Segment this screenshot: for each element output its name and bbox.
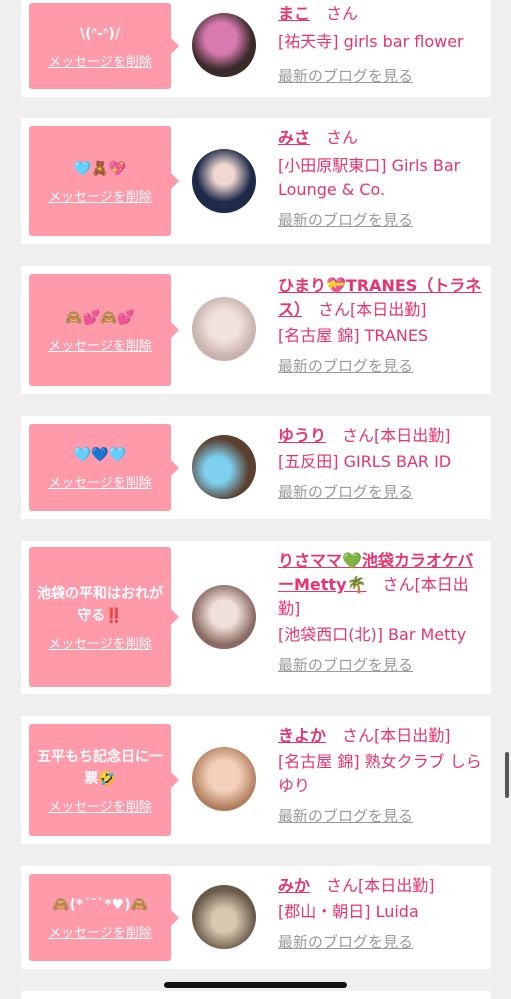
profile-info: まこ さん [祐天寺] girls bar flower 最新のブログを見る	[278, 2, 483, 88]
latest-blog-link[interactable]: 最新のブログを見る	[278, 64, 483, 88]
delete-message-link[interactable]: メッセージを削除	[48, 472, 152, 491]
cast-name-link[interactable]: きよか	[278, 726, 326, 745]
cast-name-link[interactable]: まこ	[278, 4, 310, 23]
profile-info: きよか さん[本日出勤] [名古屋 錦] 熟女クラブ しらゆり 最新のブログを見…	[278, 724, 483, 828]
cast-name-link[interactable]: ゆうり	[278, 426, 326, 445]
favorite-card: 🩵💙🩵 メッセージを削除 ゆうり さん[本日出勤] [五反田] GIRLS BA…	[21, 416, 491, 519]
favorite-card: \(ᐢ-ᐢ)/ メッセージを削除 まこ さん [祐天寺] girls bar f…	[21, 0, 491, 97]
profile-info: ゆうり さん[本日出勤] [五反田] GIRLS BAR ID 最新のブログを見…	[278, 424, 483, 504]
attendance-status: [本日出勤]	[350, 300, 427, 319]
avatar[interactable]	[192, 585, 256, 649]
message-text: \(ᐢ-ᐢ)/	[80, 25, 120, 42]
honorific: さん	[342, 726, 375, 745]
latest-blog-link[interactable]: 最新のブログを見る	[278, 930, 483, 954]
latest-blog-link[interactable]: 最新のブログを見る	[278, 480, 483, 504]
latest-blog-link[interactable]: 最新のブログを見る	[278, 354, 483, 378]
latest-blog-link[interactable]: 最新のブログを見る	[278, 804, 483, 828]
favorite-card: 池袋の平和はおれが守る‼️ メッセージを削除 りさママ💚池袋カラオケバーMett…	[21, 541, 491, 694]
message-bubble: 五平もち記念日に一票🤣 メッセージを削除	[29, 724, 179, 836]
latest-blog-link[interactable]: 最新のブログを見る	[278, 653, 483, 677]
avatar[interactable]	[192, 885, 256, 949]
delete-message-link[interactable]: メッセージを削除	[48, 51, 152, 70]
delete-message-link[interactable]: メッセージを削除	[48, 186, 152, 205]
message-text: 🩵🧸💖	[73, 160, 127, 177]
message-text: 🩵💙🩵	[73, 447, 127, 463]
cast-name-link[interactable]: みか	[278, 876, 310, 895]
avatar[interactable]	[192, 149, 256, 213]
message-bubble: 🙈💕🙈💕 メッセージを削除	[29, 274, 179, 386]
home-indicator[interactable]	[164, 982, 347, 988]
message-text: 池袋の平和はおれが守る‼️	[37, 585, 163, 624]
attendance-status: [本日出勤]	[374, 726, 451, 745]
shop-name: [郡山・朝日] Luida	[278, 902, 419, 921]
favorite-card: 🙈(*´˘`*♥)🙈 メッセージを削除 みか さん[本日出勤] [郡山・朝日] …	[21, 866, 491, 969]
delete-message-link[interactable]: メッセージを削除	[48, 335, 152, 354]
profile-info: みさ さん [小田原駅東口] Girls Bar Lounge & Co. 最新…	[278, 126, 483, 232]
cast-name-link[interactable]: みさ	[278, 128, 310, 147]
message-bubble: 🩵💙🩵 メッセージを削除	[29, 424, 179, 511]
message-text: 🙈(*´˘`*♥)🙈	[52, 897, 148, 913]
shop-name: [小田原駅東口] Girls Bar Lounge & Co.	[278, 156, 461, 199]
scrollbar[interactable]	[505, 752, 509, 798]
favorite-card: 五平もち記念日に一票🤣 メッセージを削除 きよか さん[本日出勤] [名古屋 錦…	[21, 716, 491, 844]
honorific: さん	[382, 575, 415, 594]
message-bubble: 池袋の平和はおれが守る‼️ メッセージを削除	[29, 547, 179, 687]
message-bubble: 🩵🧸💖 メッセージを削除	[29, 126, 179, 236]
avatar[interactable]	[192, 435, 256, 499]
attendance-status: [本日出勤]	[374, 426, 451, 445]
message-bubble: \(ᐢ-ᐢ)/ メッセージを削除	[29, 3, 179, 89]
shop-name: [名古屋 錦] TRANES	[278, 326, 429, 345]
shop-name: [名古屋 錦] 熟女クラブ しらゆり	[278, 752, 482, 795]
profile-info: ひまり💝TRANES（トラネス） さん[本日出勤] [名古屋 錦] TRANES…	[278, 274, 483, 378]
shop-name: [五反田] GIRLS BAR ID	[278, 452, 452, 471]
honorific: さん	[326, 876, 359, 895]
profile-info: りさママ💚池袋カラオケバーMetty🌴 さん[本日出勤] [池袋西口(北)] B…	[278, 549, 483, 677]
delete-message-link[interactable]: メッセージを削除	[48, 796, 152, 815]
honorific: さん	[342, 426, 375, 445]
honorific: さん	[326, 4, 359, 23]
profile-info: みか さん[本日出勤] [郡山・朝日] Luida 最新のブログを見る	[278, 874, 483, 954]
avatar[interactable]	[192, 13, 256, 77]
delete-message-link[interactable]: メッセージを削除	[48, 633, 152, 652]
attendance-status: [本日出勤]	[358, 876, 435, 895]
avatar[interactable]	[192, 297, 256, 361]
shop-name: [祐天寺] girls bar flower	[278, 32, 464, 51]
honorific: さん	[318, 300, 351, 319]
latest-blog-link[interactable]: 最新のブログを見る	[278, 208, 483, 232]
message-text: 🙈💕🙈💕	[65, 309, 135, 326]
delete-message-link[interactable]: メッセージを削除	[48, 922, 152, 941]
favorite-card: 🩵🧸💖 メッセージを削除 みさ さん [小田原駅東口] Girls Bar Lo…	[21, 118, 491, 244]
message-bubble: 🙈(*´˘`*♥)🙈 メッセージを削除	[29, 874, 179, 961]
favorite-card: 🙈💕🙈💕 メッセージを削除 ひまり💝TRANES（トラネス） さん[本日出勤] …	[21, 266, 491, 394]
favorite-card-partial	[21, 991, 491, 999]
honorific: さん	[326, 128, 359, 147]
avatar[interactable]	[192, 747, 256, 811]
message-text: 五平もち記念日に一票🤣	[37, 748, 163, 787]
shop-name: [池袋西口(北)] Bar Metty	[278, 625, 467, 644]
